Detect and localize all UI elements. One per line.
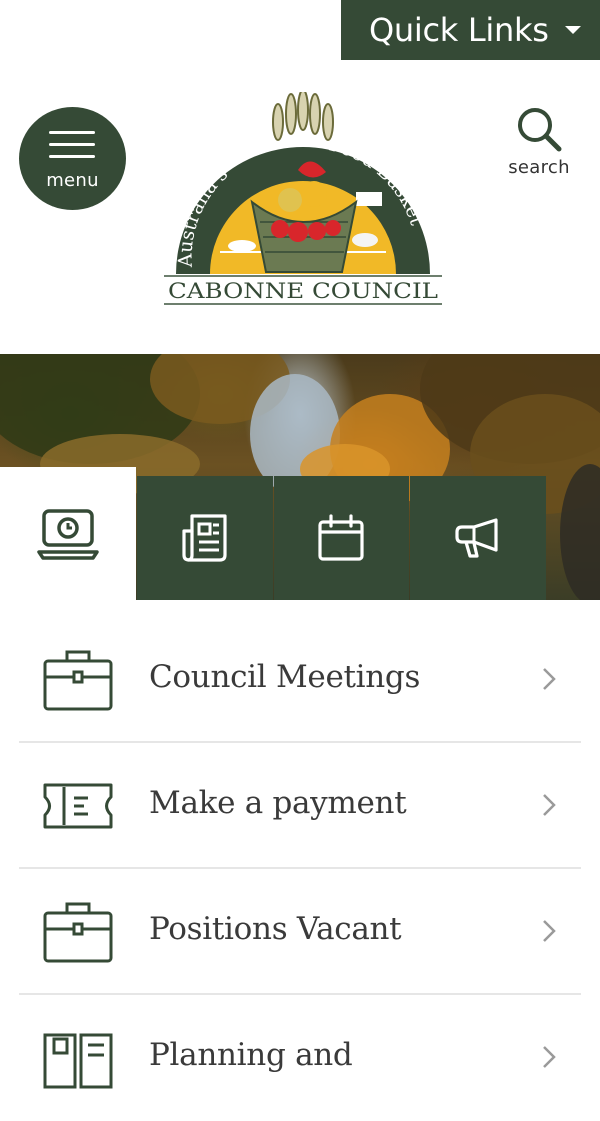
chevron-right-icon xyxy=(543,668,556,690)
ticket-icon xyxy=(43,783,113,829)
tab-online-services[interactable] xyxy=(0,467,136,600)
planning-document-icon xyxy=(43,1033,113,1089)
logo-graphic: Australia's Food Basket CABONNE COUNCIL xyxy=(164,89,442,305)
tab-announcements[interactable] xyxy=(410,476,546,600)
menu-button[interactable]: menu xyxy=(19,107,126,210)
chevron-right-icon xyxy=(543,1046,556,1068)
laptop-clock-icon xyxy=(37,508,99,560)
logo-name: CABONNE COUNCIL xyxy=(168,279,438,303)
quick-links-button[interactable]: Quick Links xyxy=(341,0,600,60)
link-label: Planning and xyxy=(149,1037,353,1073)
newspaper-icon xyxy=(182,514,227,562)
link-label: Council Meetings xyxy=(149,659,421,695)
link-positions-vacant[interactable]: Positions Vacant xyxy=(19,869,581,995)
search-icon xyxy=(518,108,562,152)
quick-access-tabs xyxy=(0,467,546,600)
search-label: search xyxy=(508,157,570,178)
caret-down-icon xyxy=(565,26,581,34)
link-make-a-payment[interactable]: Make a payment xyxy=(19,743,581,869)
chevron-right-icon xyxy=(543,794,556,816)
quick-links-list: Council Meetings Make a payment Position… xyxy=(19,617,581,1121)
search-button[interactable]: search xyxy=(500,105,578,190)
link-planning[interactable]: Planning and xyxy=(19,995,581,1121)
link-label: Make a payment xyxy=(149,785,407,821)
quick-links-label: Quick Links xyxy=(369,11,549,49)
link-council-meetings[interactable]: Council Meetings xyxy=(19,617,581,743)
hamburger-icon xyxy=(49,131,95,159)
tab-news[interactable] xyxy=(136,476,273,600)
menu-label: menu xyxy=(46,170,99,191)
chevron-right-icon xyxy=(543,920,556,942)
link-label: Positions Vacant xyxy=(149,911,402,947)
calendar-icon xyxy=(318,514,364,561)
cabonne-council-logo[interactable]: Australia's Food Basket CABONNE COUNCIL xyxy=(160,89,445,310)
briefcase-icon xyxy=(43,650,113,711)
megaphone-icon xyxy=(455,518,498,558)
briefcase-icon xyxy=(43,902,113,963)
tab-events[interactable] xyxy=(273,476,410,600)
